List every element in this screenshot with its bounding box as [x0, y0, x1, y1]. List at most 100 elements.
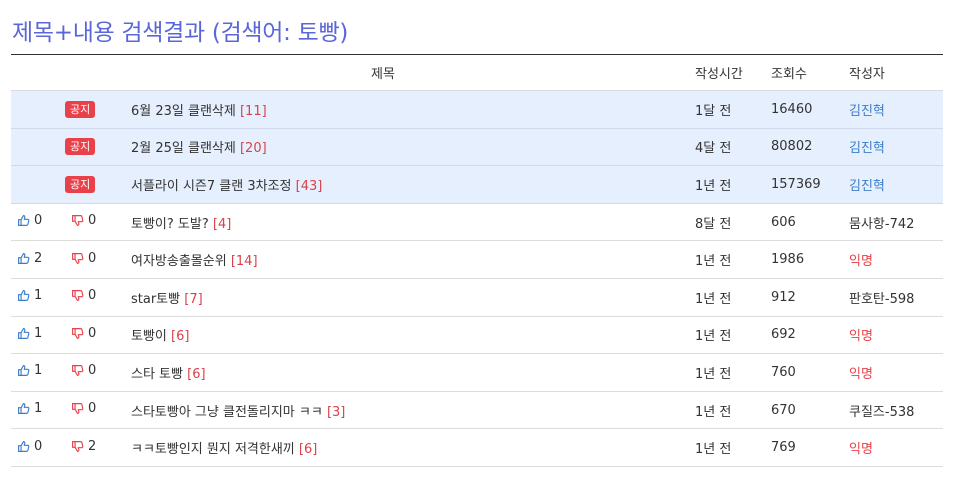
thumbs-down-icon[interactable]	[71, 214, 84, 227]
thumbs-up-icon[interactable]	[17, 440, 30, 453]
post-author[interactable]: 익명	[849, 442, 873, 457]
post-row[interactable]: 0 2 ㅋㅋ토빵인지 뭔지 저격한새끼 [6] 1년 전 769 익명	[11, 429, 943, 467]
header-author: 작성자	[849, 54, 943, 91]
post-title-link[interactable]: star토빵	[131, 292, 180, 307]
post-title-cell[interactable]: 스타토빵아 그냥 클전돌리지마 ㅋㅋ [3]	[131, 391, 695, 429]
post-author-cell[interactable]: 익명	[849, 354, 943, 392]
comment-count: [4]	[212, 216, 232, 232]
like-cell[interactable]: 1	[11, 391, 61, 429]
post-title-link[interactable]: 토빵이	[131, 329, 167, 344]
post-author[interactable]: 익명	[849, 329, 873, 344]
thumbs-down-icon[interactable]	[71, 252, 84, 265]
post-row[interactable]: 1 0 스타 토빵 [6] 1년 전 760 익명	[11, 354, 943, 392]
post-author[interactable]: 김진혁	[849, 179, 885, 194]
header-like	[11, 54, 61, 91]
post-title-link[interactable]: 토빵이? 도발?	[131, 217, 209, 232]
like-cell[interactable]: 1	[11, 316, 61, 354]
post-author[interactable]: 판호탄-598	[849, 292, 914, 307]
post-title-link[interactable]: 여자방송출몰순위	[131, 254, 227, 269]
post-author[interactable]: 익명	[849, 254, 873, 269]
dislike-cell[interactable]: 0	[61, 354, 131, 392]
post-title-cell[interactable]: 여자방송출몰순위 [14]	[131, 241, 695, 279]
results-table: 제목 작성시간 조회수 작성자 공지 6월 23일 클랜삭제 [11] 1달 전…	[11, 54, 943, 467]
post-time: 1년 전	[695, 178, 732, 194]
post-views: 80802	[771, 139, 813, 155]
post-author[interactable]: 쿠질즈-538	[849, 405, 914, 420]
post-title-link[interactable]: 스타토빵아 그냥 클전돌리지마 ㅋㅋ	[131, 405, 323, 420]
post-author-cell[interactable]: 익명	[849, 316, 943, 354]
post-title-cell[interactable]: 6월 23일 클랜삭제 [11]	[131, 91, 695, 129]
post-author-cell[interactable]: 판호탄-598	[849, 278, 943, 316]
post-views: 769	[771, 440, 796, 456]
post-row[interactable]: 1 0 star토빵 [7] 1년 전 912 판호탄-598	[11, 278, 943, 317]
post-author[interactable]: 김진혁	[849, 141, 885, 156]
comment-count: [6]	[171, 329, 190, 345]
search-query: (검색어: 토빵)	[211, 20, 348, 46]
thumbs-down-icon[interactable]	[71, 289, 84, 302]
notice-badge: 공지	[65, 138, 96, 156]
notice-badge-cell: 공지	[61, 128, 131, 166]
like-cell[interactable]: 1	[11, 354, 61, 392]
post-title-link[interactable]: 서플라이 시즌7 클랜 3차조정	[131, 179, 292, 194]
dislike-count: 0	[88, 363, 97, 379]
post-row[interactable]: 2 0 여자방송출몰순위 [14] 1년 전 1986 익명	[11, 241, 943, 279]
post-views: 157369	[771, 176, 821, 192]
like-cell[interactable]: 0	[11, 203, 61, 241]
post-title-cell[interactable]: 토빵이 [6]	[131, 316, 695, 354]
thumbs-up-icon[interactable]	[17, 252, 30, 265]
post-title-cell[interactable]: star토빵 [7]	[131, 278, 695, 316]
post-author[interactable]: 김진혁	[849, 104, 885, 119]
dislike-cell[interactable]: 0	[61, 316, 131, 354]
like-cell[interactable]: 2	[11, 241, 61, 279]
post-row[interactable]: 0 0 토빵이? 도발? [4] 8달 전 606 뭄사항-742	[11, 203, 943, 241]
post-author[interactable]: 익명	[849, 367, 873, 382]
thumbs-up-icon[interactable]	[17, 289, 30, 302]
post-author-cell[interactable]: 김진혁	[849, 166, 943, 204]
dislike-cell[interactable]: 2	[61, 429, 131, 467]
post-views: 670	[771, 402, 796, 418]
like-cell[interactable]: 0	[11, 429, 61, 467]
post-row[interactable]: 1 0 토빵이 [6] 1년 전 692 익명	[11, 316, 943, 354]
page-title-text: 제목+내용 검색결과	[12, 20, 205, 46]
dislike-cell[interactable]: 0	[61, 203, 131, 241]
thumbs-up-icon[interactable]	[17, 214, 30, 227]
post-time: 1년 전	[695, 366, 732, 382]
post-title-cell[interactable]: 서플라이 시즌7 클랜 3차조정 [43]	[131, 166, 695, 204]
dislike-cell[interactable]: 0	[61, 391, 131, 429]
header-views: 조회수	[771, 54, 849, 91]
notice-row[interactable]: 공지 서플라이 시즌7 클랜 3차조정 [43] 1년 전 157369 김진혁	[11, 165, 943, 204]
post-author-cell[interactable]: 뭄사항-742	[849, 203, 943, 241]
thumbs-up-icon[interactable]	[17, 327, 30, 340]
post-title-link[interactable]: 2월 25일 클랜삭제	[131, 141, 236, 156]
post-title-cell[interactable]: ㅋㅋ토빵인지 뭔지 저격한새끼 [6]	[131, 429, 695, 467]
thumbs-down-icon[interactable]	[71, 327, 84, 340]
like-cell[interactable]: 1	[11, 278, 61, 316]
like-count: 0	[34, 438, 43, 454]
post-title-link[interactable]: 6월 23일 클랜삭제	[131, 104, 236, 119]
thumbs-up-icon[interactable]	[17, 364, 30, 377]
post-title-cell[interactable]: 스타 토빵 [6]	[131, 354, 695, 392]
post-author-cell[interactable]: 익명	[849, 429, 943, 467]
notice-row[interactable]: 공지 6월 23일 클랜삭제 [11] 1달 전 16460 김진혁	[11, 90, 943, 129]
post-author-cell[interactable]: 김진혁	[849, 91, 943, 129]
post-time: 1년 전	[695, 404, 732, 420]
thumbs-down-icon[interactable]	[71, 402, 84, 415]
post-title-cell[interactable]: 2월 25일 클랜삭제 [20]	[131, 128, 695, 166]
post-author-cell[interactable]: 김진혁	[849, 128, 943, 166]
dislike-cell[interactable]: 0	[61, 278, 131, 316]
post-title-link[interactable]: 스타 토빵	[131, 367, 183, 382]
post-author-cell[interactable]: 익명	[849, 241, 943, 279]
thumbs-down-icon[interactable]	[71, 364, 84, 377]
thumbs-down-icon[interactable]	[71, 440, 84, 453]
post-title-link[interactable]: ㅋㅋ토빵인지 뭔지 저격한새끼	[131, 442, 295, 457]
like-count: 1	[34, 363, 43, 379]
post-row[interactable]: 1 0 스타토빵아 그냥 클전돌리지마 ㅋㅋ [3] 1년 전 670 쿠질즈-…	[11, 391, 943, 429]
post-time: 8달 전	[695, 216, 732, 232]
dislike-cell[interactable]: 0	[61, 241, 131, 279]
comment-count: [3]	[326, 404, 346, 420]
post-title-cell[interactable]: 토빵이? 도발? [4]	[131, 203, 695, 241]
post-author-cell[interactable]: 쿠질즈-538	[849, 391, 943, 429]
notice-row[interactable]: 공지 2월 25일 클랜삭제 [20] 4달 전 80802 김진혁	[11, 128, 943, 166]
post-author[interactable]: 뭄사항-742	[849, 217, 914, 232]
thumbs-up-icon[interactable]	[17, 402, 30, 415]
